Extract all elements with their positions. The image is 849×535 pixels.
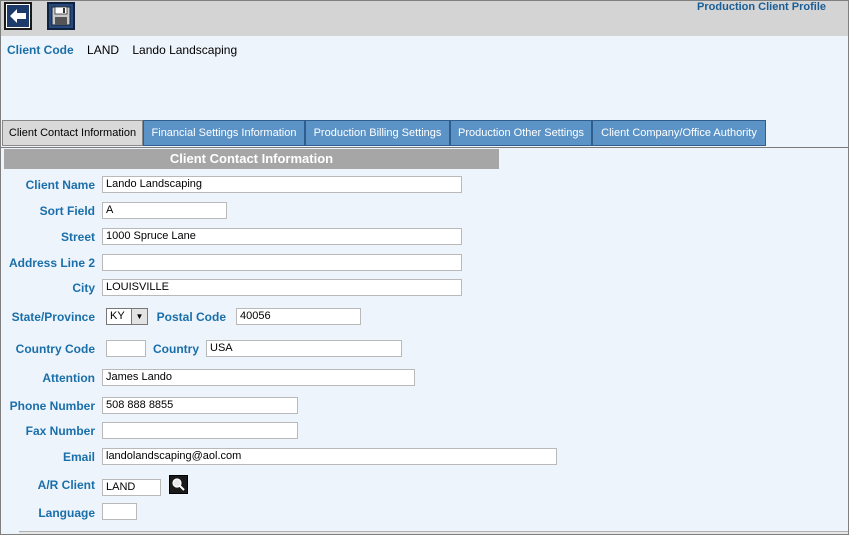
fax-number-field[interactable] (102, 422, 298, 439)
state-province-label: State/Province (11, 310, 95, 324)
tab-client-company-office-authority[interactable]: Client Company/Office Authority (592, 120, 766, 146)
chevron-down-icon[interactable]: ▼ (131, 309, 147, 324)
address-line-2-label: Address Line 2 (8, 256, 95, 270)
email-label: Email (62, 450, 95, 464)
country-code-label: Country Code (15, 342, 95, 356)
toolbar: Production Client Profile (1, 1, 848, 36)
tab-bar: Client Contact Information Financial Set… (1, 119, 848, 149)
sort-field-input[interactable]: A (102, 202, 227, 219)
client-name-label: Client Name (25, 178, 95, 192)
tab-client-contact-information[interactable]: Client Contact Information (2, 120, 143, 146)
city-field[interactable]: LOUISVILLE (102, 279, 462, 296)
state-province-select[interactable]: KY ▼ (106, 308, 148, 325)
client-name-value: Lando Landscaping (132, 43, 238, 57)
address-line-2-field[interactable] (102, 254, 462, 271)
phone-number-field[interactable]: 508 888 8855 (102, 397, 298, 414)
back-arrow-icon (7, 5, 29, 27)
city-label: City (72, 281, 95, 295)
language-label: Language (38, 506, 95, 520)
country-code-field[interactable] (106, 340, 146, 357)
country-label: Country (153, 342, 199, 356)
tab-financial-settings-information[interactable]: Financial Settings Information (143, 120, 305, 146)
street-label: Street (60, 230, 95, 244)
attention-label: Attention (42, 371, 95, 385)
fax-number-label: Fax Number (25, 424, 95, 438)
back-button[interactable] (4, 2, 32, 30)
lookup-button[interactable] (169, 475, 188, 494)
postal-code-label: Postal Code (156, 310, 226, 324)
postal-code-field[interactable]: 40056 (236, 308, 361, 325)
page-title: Production Client Profile (697, 1, 826, 13)
attention-field[interactable]: James Lando (102, 369, 415, 386)
language-field[interactable] (102, 503, 137, 520)
section-title: Client Contact Information (4, 149, 499, 169)
tab-production-billing-settings[interactable]: Production Billing Settings (305, 120, 450, 146)
client-name-field[interactable]: Lando Landscaping (102, 176, 462, 193)
save-button[interactable] (47, 2, 75, 30)
ar-client-label: A/R Client (37, 478, 95, 492)
client-header: Client Code LAND Lando Landscaping (1, 36, 848, 119)
sort-field-label: Sort Field (39, 204, 95, 218)
floppy-disk-icon (51, 6, 71, 26)
ar-client-field[interactable]: LAND (102, 479, 161, 496)
magnifier-icon (171, 477, 186, 492)
phone-number-label: Phone Number (9, 399, 95, 413)
email-field[interactable]: landolandscaping@aol.com (102, 448, 557, 465)
client-code-label: Client Code (7, 43, 74, 57)
window: Production Client Profile Client Code LA… (0, 0, 849, 535)
country-field[interactable]: USA (206, 340, 402, 357)
street-field[interactable]: 1000 Spruce Lane (102, 228, 462, 245)
contact-form: Client Contact Information Client Name L… (1, 148, 848, 534)
state-province-value: KY (110, 310, 125, 322)
horizontal-scrollbar[interactable] (19, 531, 848, 534)
tab-production-other-settings[interactable]: Production Other Settings (450, 120, 592, 146)
client-code-value: LAND (87, 43, 120, 57)
client-code-row: Client Code LAND Lando Landscaping (7, 43, 245, 57)
